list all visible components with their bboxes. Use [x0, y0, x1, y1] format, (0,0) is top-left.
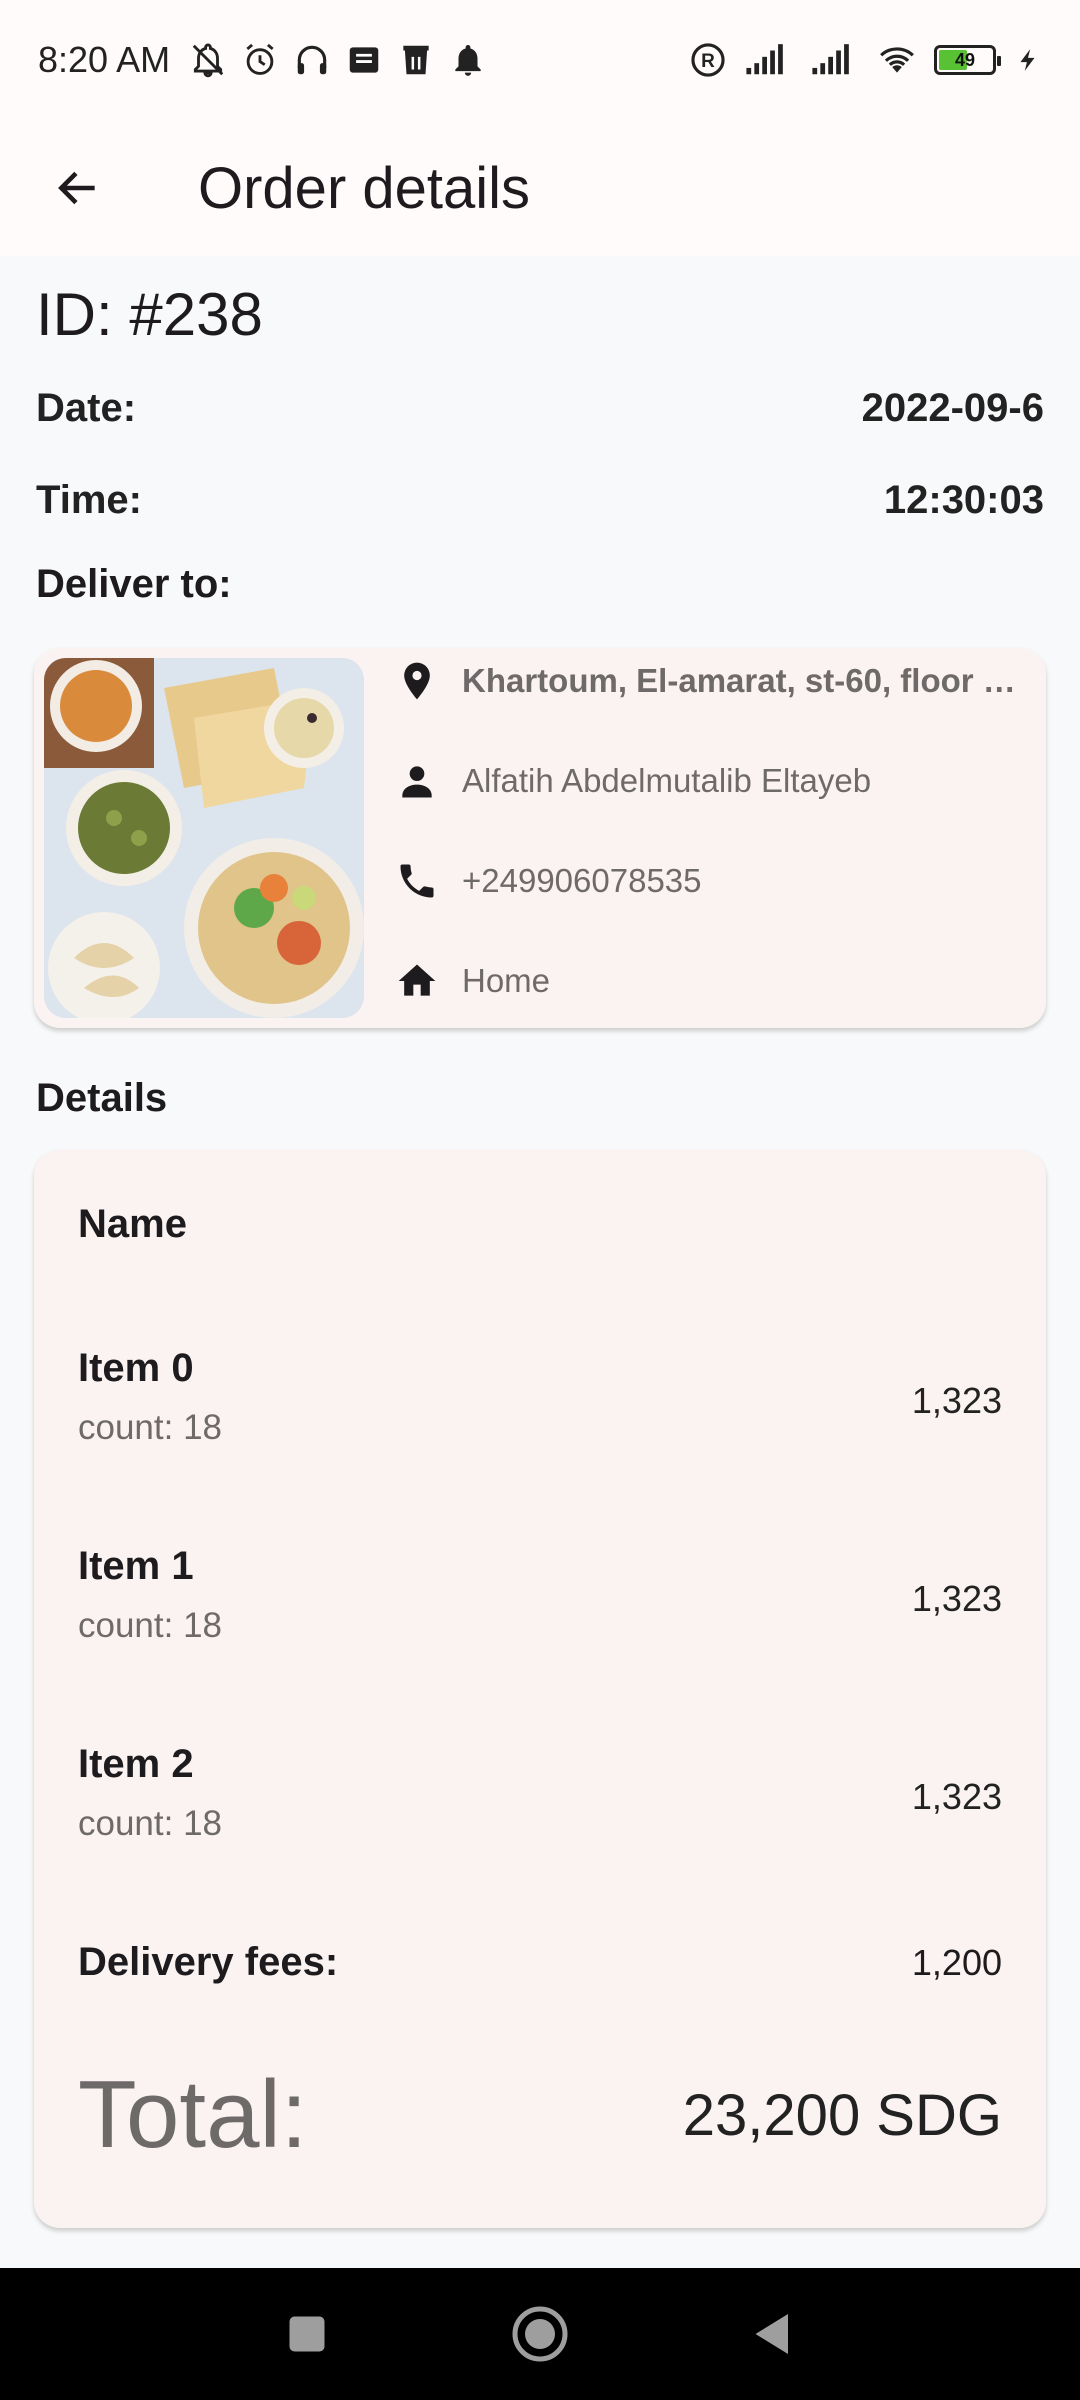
- item-count: count: 18: [78, 1408, 222, 1447]
- item-price: 1,323: [911, 1380, 1002, 1421]
- total-label: Total:: [78, 2061, 308, 2168]
- item-count: count: 18: [78, 1804, 222, 1843]
- square-icon: [289, 2316, 325, 2352]
- place-label: Home: [462, 962, 551, 999]
- item-name: Item 1: [78, 1544, 194, 1588]
- item-name: Item 0: [78, 1346, 194, 1390]
- registered-icon: R: [688, 40, 728, 80]
- battery-icon: 49: [934, 45, 1001, 75]
- recents-button[interactable]: [267, 2294, 347, 2374]
- phone-icon: [394, 858, 440, 904]
- list-item: Item 2 count: 18 1,323: [78, 1742, 1002, 1852]
- signal-icon: [740, 40, 794, 80]
- delivery-fees-value: 1,200: [911, 1941, 1002, 1983]
- recipient-row: Alfatih Abdelmutalib Eltayeb: [394, 758, 871, 804]
- place-row: Home: [394, 958, 550, 1004]
- triangle-back-icon: [755, 2314, 789, 2354]
- date-value: 2022-09-6: [861, 386, 1044, 430]
- item-price: 1,323: [911, 1776, 1002, 1817]
- total-row: Total: 23,200 SDG: [78, 2060, 1002, 2170]
- time-label: Time:: [36, 478, 142, 522]
- deliver-to-label: Deliver to:: [36, 562, 232, 606]
- details-card: Name Item 0 count: 18 1,323 Item 1 count…: [34, 1150, 1046, 2228]
- delivery-fees-label: Delivery fees:: [78, 1940, 339, 1984]
- home-button[interactable]: [500, 2294, 580, 2374]
- back-button[interactable]: [28, 138, 128, 238]
- headphones-icon: [292, 40, 332, 80]
- back-nav-button[interactable]: [733, 2294, 813, 2374]
- delivery-fees-row: Delivery fees: 1,200: [78, 1940, 1002, 1985]
- food-image: [44, 658, 364, 1018]
- location-pin-icon: [394, 658, 440, 704]
- app-bar: Order details: [0, 120, 1080, 256]
- svg-text:R: R: [701, 51, 715, 72]
- time-value: 12:30:03: [883, 478, 1044, 522]
- trash-icon: [396, 40, 436, 80]
- list-item: Item 1 count: 18 1,323: [78, 1544, 1002, 1654]
- total-value: 23,200 SDG: [682, 2082, 1002, 2148]
- status-time: 8:20 AM: [38, 39, 171, 80]
- home-icon: [394, 958, 440, 1004]
- system-nav-bar: [0, 2268, 1080, 2400]
- name-column-header: Name: [78, 1202, 187, 1246]
- list-item: Item 0 count: 18 1,323: [78, 1346, 1002, 1456]
- delivery-address: Khartoum, El-amarat, st-60, floor …: [462, 662, 1016, 699]
- circle-icon: [512, 2306, 568, 2362]
- page-title: Order details: [198, 155, 531, 221]
- status-bar: 8:20 AM R 49: [0, 0, 1080, 120]
- date-row: Date: 2022-09-6: [36, 386, 1044, 431]
- alarm-icon: [240, 40, 280, 80]
- address-row: Khartoum, El-amarat, st-60, floor …: [394, 658, 1016, 704]
- person-icon: [394, 758, 440, 804]
- signal-icon: [806, 40, 860, 80]
- time-row: Time: 12:30:03: [36, 478, 1044, 523]
- date-label: Date:: [36, 386, 137, 430]
- item-price: 1,323: [911, 1578, 1002, 1619]
- delivery-card: Khartoum, El-amarat, st-60, floor … Alfa…: [34, 648, 1046, 1028]
- recipient-name: Alfatih Abdelmutalib Eltayeb: [462, 762, 872, 799]
- status-left: 8:20 AM: [38, 39, 488, 81]
- details-heading: Details: [36, 1076, 168, 1120]
- item-name: Item 2: [78, 1742, 194, 1786]
- arrow-back-icon: [58, 171, 95, 205]
- message-icon: [344, 40, 384, 80]
- wifi-icon: [872, 40, 922, 80]
- status-right: R 49: [688, 40, 1042, 80]
- bell-icon: [448, 40, 488, 80]
- phone-number: +249906078535: [462, 862, 702, 899]
- phone-row: +249906078535: [394, 858, 702, 904]
- item-count: count: 18: [78, 1606, 222, 1645]
- order-id: ID: #238: [36, 281, 263, 348]
- battery-level: 49: [954, 49, 976, 70]
- bell-off-icon: [188, 40, 228, 80]
- charging-icon: [1014, 40, 1042, 80]
